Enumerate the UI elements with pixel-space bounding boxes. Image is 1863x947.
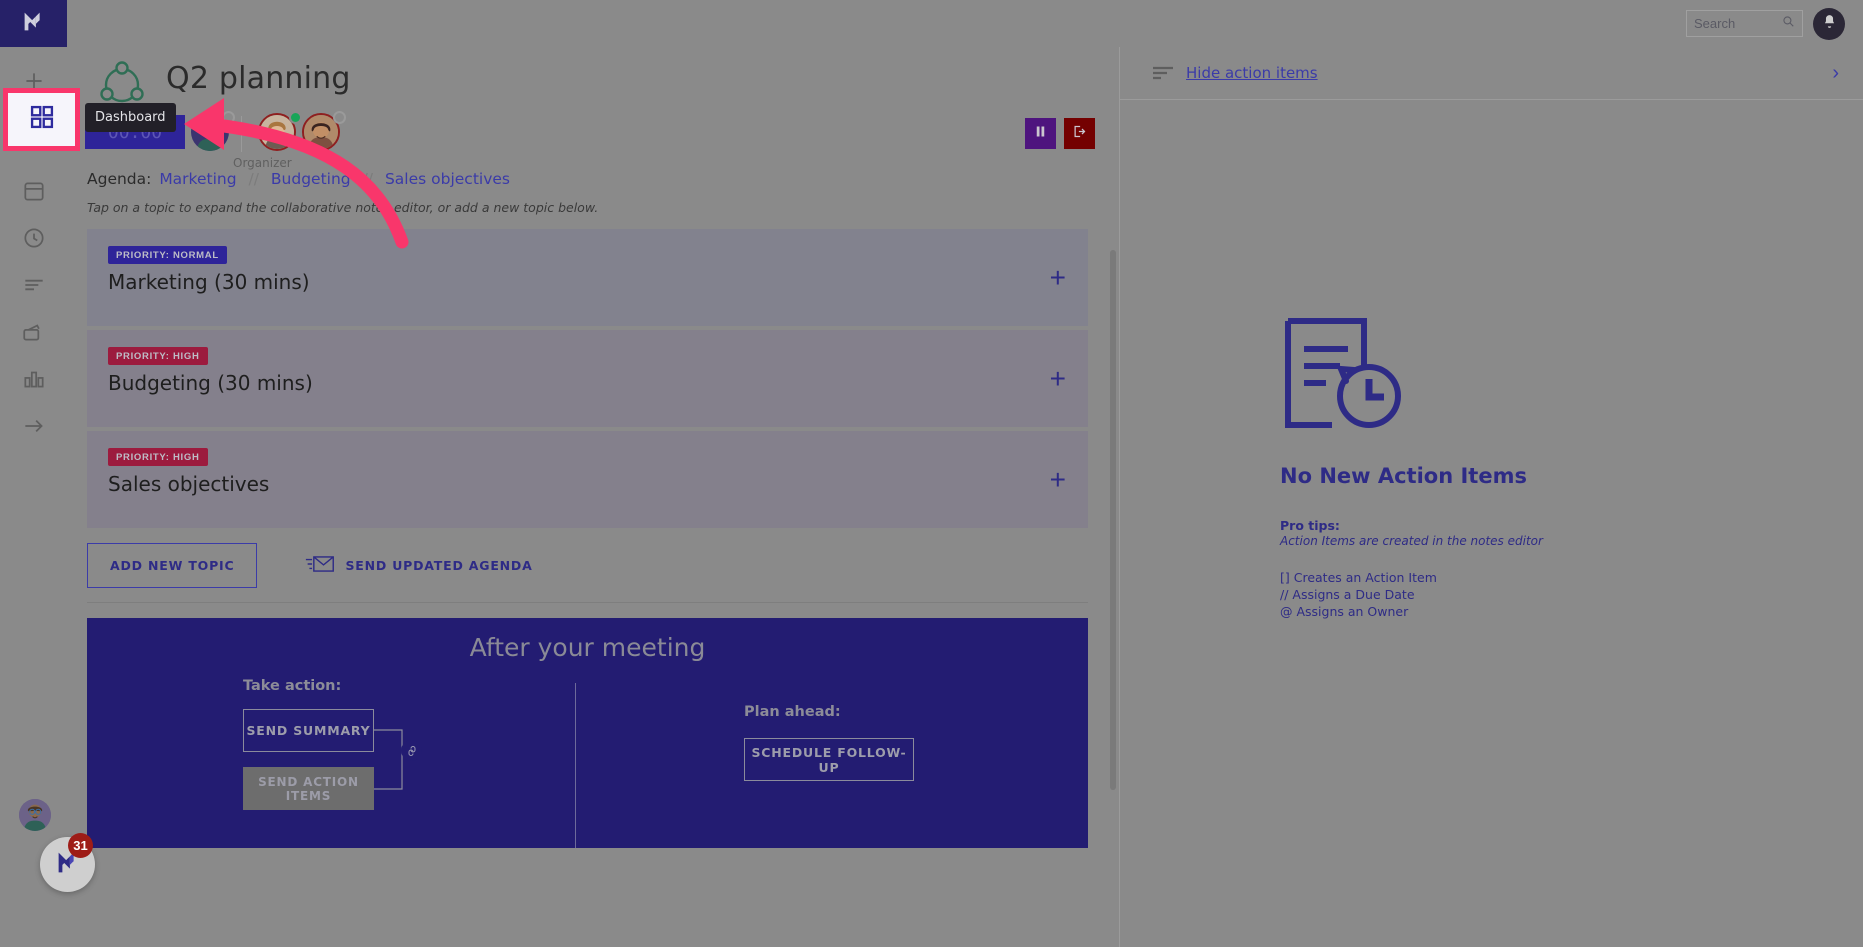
send-updated-agenda-button[interactable]: SEND UPDATED AGENDA [305,553,532,578]
arrow-right-icon [21,413,47,444]
organizer-label: Organizer [233,156,292,170]
pause-button[interactable] [1025,118,1056,149]
divider [241,116,242,152]
add-new-topic-button[interactable]: ADD NEW TOPIC [87,543,258,588]
tooltip: Dashboard [85,103,176,132]
clock-icon [21,225,47,256]
sidebar-item-notes[interactable] [0,264,67,311]
sidebar-item-recordings[interactable] [0,311,67,358]
agenda-line: Agenda: Marketing // Budgeting // Sales … [87,170,1119,188]
page-title: Q2 planning [166,61,351,96]
agenda-hint: Tap on a topic to expand the collaborati… [87,200,599,215]
exit-meeting-button[interactable] [1064,118,1095,149]
sidebar-item-analytics[interactable] [0,358,67,405]
pro-tips-subtitle: Action Items are created in the notes ed… [1280,534,1543,548]
agenda-link-sales-objectives[interactable]: Sales objectives [385,170,510,188]
pro-tips-heading: Pro tips: [1280,518,1340,533]
presence-row: 00:00 Organizer [85,104,1119,170]
action-items-empty-state: No New Action Items Pro tips: Action Ite… [1120,100,1863,619]
exit-icon [1072,124,1087,144]
agenda-label: Agenda: [87,170,152,188]
search-box[interactable] [1686,10,1803,37]
topic-title: Sales objectives [108,472,270,496]
topic-card[interactable]: PRIORITY: HIGH Sales objectives + [87,431,1088,528]
list-item: [] Creates an Action Item [1280,570,1437,585]
topic-card[interactable]: PRIORITY: NORMAL Marketing (30 mins) + [87,229,1088,326]
content-scrollbar[interactable] [1110,250,1116,790]
empty-state-title: No New Action Items [1280,464,1527,488]
app-logo[interactable] [0,0,67,47]
left-rail: 31 [0,0,95,947]
bar-chart-icon [21,366,47,397]
plus-icon[interactable]: + [1050,465,1066,494]
divider [575,683,576,848]
take-action-label: Take action: [243,678,342,694]
agenda-separator: // [362,170,374,188]
meeting-content: Q2 planning 00:00 Organizer Agenda: Mark… [67,47,1119,947]
plus-icon[interactable]: + [1050,263,1066,292]
notifications-button[interactable] [1813,7,1845,40]
plan-ahead-label: Plan ahead: [744,704,841,720]
lines-icon [1152,65,1174,81]
link-icon [401,740,422,761]
hide-action-items-link[interactable]: Hide action items [1186,64,1318,82]
send-summary-button[interactable]: SEND SUMMARY [243,709,374,752]
agenda-link-marketing[interactable]: Marketing [159,170,236,188]
chevron-right-icon[interactable]: › [1832,63,1839,83]
lines-icon [21,272,47,303]
priority-badge: PRIORITY: HIGH [108,448,208,466]
schedule-follow-up-button[interactable]: SCHEDULE FOLLOW-UP [744,738,914,781]
list-item: @ Assigns an Owner [1280,604,1409,619]
topic-actions: ADD NEW TOPIC SEND UPDATED AGENDA [87,543,1088,603]
topic-list: PRIORITY: NORMAL Marketing (30 mins) + P… [87,229,1088,528]
envelope-icon [305,553,335,578]
send-action-items-button[interactable]: SEND ACTION ITEMS [243,767,374,810]
avatar[interactable] [302,111,346,151]
avatar[interactable] [191,111,235,151]
calendar-icon [21,178,47,209]
action-items-panel: Hide action items › No New Action Items … [1119,47,1863,947]
user-avatar[interactable] [19,799,51,831]
priority-badge: PRIORITY: HIGH [108,347,208,365]
sidebar-item-calendar[interactable] [0,170,67,217]
topic-title: Budgeting (30 mins) [108,371,313,395]
avatar[interactable] [258,111,302,151]
search-icon [1781,14,1795,33]
priority-badge: PRIORITY: NORMAL [108,246,227,264]
pro-tips-list: [] Creates an Action Item // Assigns a D… [1280,570,1863,619]
topic-card[interactable]: PRIORITY: HIGH Budgeting (30 mins) + [87,330,1088,427]
topic-title: Marketing (30 mins) [108,270,310,294]
search-input[interactable] [1694,16,1774,31]
pause-icon [1033,124,1048,144]
video-icon [21,319,47,350]
agenda-link-budgeting[interactable]: Budgeting [271,170,351,188]
meeting-controls [1025,118,1095,149]
after-meeting-panel: After your meeting Take action: SEND SUM… [87,618,1088,848]
grid-icon [28,103,56,136]
chat-unread-badge: 31 [68,833,93,858]
document-clock-icon [1280,315,1863,442]
status-dot [333,111,346,124]
status-dot [289,111,302,124]
status-dot [222,111,235,124]
agenda-separator: // [248,170,259,188]
action-items-header: Hide action items › [1120,47,1863,100]
top-bar [67,0,1863,47]
send-updated-agenda-label: SEND UPDATED AGENDA [345,558,533,573]
meetingapp-logo-icon [19,6,49,41]
sidebar-item-dashboard[interactable] [3,88,80,151]
sidebar-item-history[interactable] [0,217,67,264]
list-item: // Assigns a Due Date [1280,587,1415,602]
plus-icon[interactable]: + [1050,364,1066,393]
sidebar-item-collapse[interactable] [0,405,67,452]
bell-icon [1821,13,1838,35]
after-meeting-title: After your meeting [469,633,706,662]
meeting-header: Q2 planning [67,47,1119,103]
